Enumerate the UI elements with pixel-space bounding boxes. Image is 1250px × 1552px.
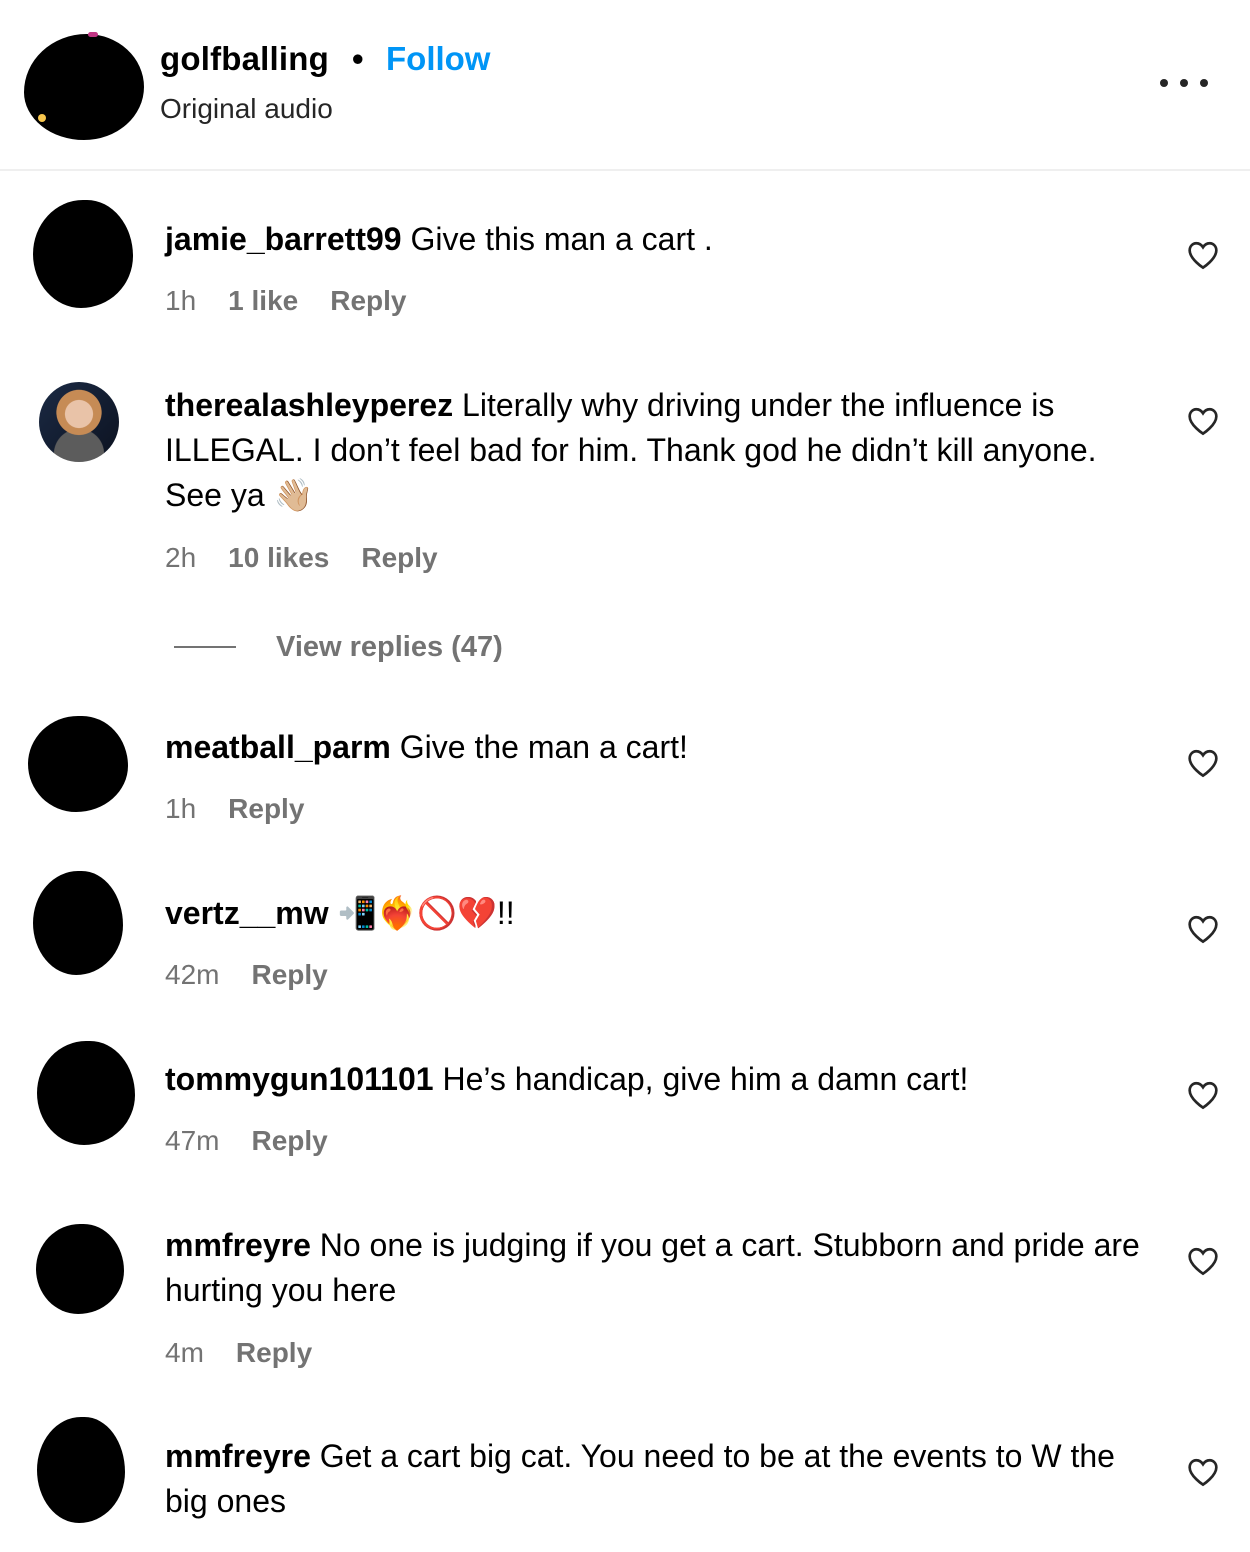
avatar[interactable] bbox=[36, 1224, 124, 1314]
view-replies-label[interactable]: View replies (47) bbox=[276, 631, 503, 664]
avatar[interactable] bbox=[24, 32, 144, 140]
comment-meta: 4m Reply bbox=[165, 1337, 312, 1369]
post-username[interactable]: golfballing bbox=[160, 40, 329, 78]
heart-icon[interactable] bbox=[1187, 1457, 1219, 1487]
comment-message: 📲❤️‍🔥🚫💔!! bbox=[328, 895, 515, 931]
comment-text: mmfreyre Get a cart big cat. You need to… bbox=[165, 1434, 1155, 1524]
comment-text: mmfreyre No one is judging if you get a … bbox=[165, 1223, 1155, 1313]
reply-button[interactable]: Reply bbox=[228, 793, 304, 825]
heart-icon[interactable] bbox=[1187, 914, 1219, 944]
view-replies-button[interactable]: View replies (47) bbox=[174, 627, 503, 667]
follow-button[interactable]: Follow bbox=[386, 40, 490, 78]
story-ring-fragment bbox=[88, 32, 98, 37]
comment-time: 4m bbox=[165, 1337, 204, 1368]
comment-text: jamie_barrett99 Give this man a cart . bbox=[165, 217, 1155, 262]
comment-text: vertz__mw 📲❤️‍🔥🚫💔!! bbox=[165, 891, 1155, 936]
avatar[interactable] bbox=[37, 1041, 135, 1145]
heart-icon[interactable] bbox=[1187, 1246, 1219, 1276]
comment-message: No one is judging if you get a cart. Stu… bbox=[165, 1227, 1140, 1308]
comment-username[interactable]: mmfreyre bbox=[165, 1227, 311, 1263]
heart-icon[interactable] bbox=[1187, 240, 1219, 270]
comment-username[interactable]: mmfreyre bbox=[165, 1438, 311, 1474]
comment-message: Give the man a cart! bbox=[390, 729, 688, 765]
comment-text: therealashleyperez Literally why driving… bbox=[165, 383, 1155, 518]
reply-button[interactable]: Reply bbox=[330, 285, 406, 317]
audio-label[interactable]: Original audio bbox=[160, 93, 333, 125]
comment-time: 1h bbox=[165, 793, 197, 824]
avatar[interactable] bbox=[33, 200, 133, 308]
divider-line bbox=[174, 646, 236, 648]
reply-button[interactable]: Reply bbox=[236, 1337, 312, 1369]
avatar[interactable] bbox=[39, 382, 119, 462]
comment-text: meatball_parm Give the man a cart! bbox=[165, 725, 1155, 770]
avatar[interactable] bbox=[33, 871, 123, 975]
comment-time: 1h bbox=[165, 285, 197, 316]
comment-likes[interactable]: 10 likes bbox=[228, 542, 329, 574]
comment-time: 47m bbox=[165, 1125, 220, 1156]
reply-button[interactable]: Reply bbox=[251, 1125, 327, 1157]
comment-username[interactable]: meatball_parm bbox=[165, 729, 391, 765]
comment-username[interactable]: vertz__mw bbox=[165, 895, 329, 931]
avatar[interactable] bbox=[28, 716, 128, 812]
avatar[interactable] bbox=[37, 1417, 125, 1523]
comment-time: 2h bbox=[165, 542, 197, 573]
comment-message: Give this man a cart . bbox=[401, 221, 713, 257]
comment-username[interactable]: therealashleyperez bbox=[165, 387, 453, 423]
separator-dot: • bbox=[352, 40, 364, 77]
comment-meta: 1h Reply bbox=[165, 793, 304, 825]
heart-icon[interactable] bbox=[1187, 748, 1219, 778]
reply-button[interactable]: Reply bbox=[361, 542, 437, 574]
comment-text: tommygun101101 He’s handicap, give him a… bbox=[165, 1057, 1155, 1102]
comment-meta: 47m Reply bbox=[165, 1125, 328, 1157]
heart-icon[interactable] bbox=[1187, 1080, 1219, 1110]
comment-message: He’s handicap, give him a damn cart! bbox=[433, 1061, 969, 1097]
comment-meta: 1h 1 like Reply bbox=[165, 285, 406, 317]
heart-icon[interactable] bbox=[1187, 406, 1219, 436]
comment-username[interactable]: tommygun101101 bbox=[165, 1061, 434, 1097]
post-header: golfballing • Follow Original audio bbox=[0, 0, 1250, 171]
reply-button[interactable]: Reply bbox=[251, 959, 327, 991]
comment-username[interactable]: jamie_barrett99 bbox=[165, 221, 402, 257]
comment-time: 42m bbox=[165, 959, 220, 990]
comment-likes[interactable]: 1 like bbox=[228, 285, 298, 317]
story-ring-fragment bbox=[38, 114, 46, 122]
comment-meta: 42m Reply bbox=[165, 959, 328, 991]
comment-meta: 2h 10 likes Reply bbox=[165, 542, 438, 574]
more-horizontal-icon[interactable] bbox=[1160, 76, 1208, 90]
